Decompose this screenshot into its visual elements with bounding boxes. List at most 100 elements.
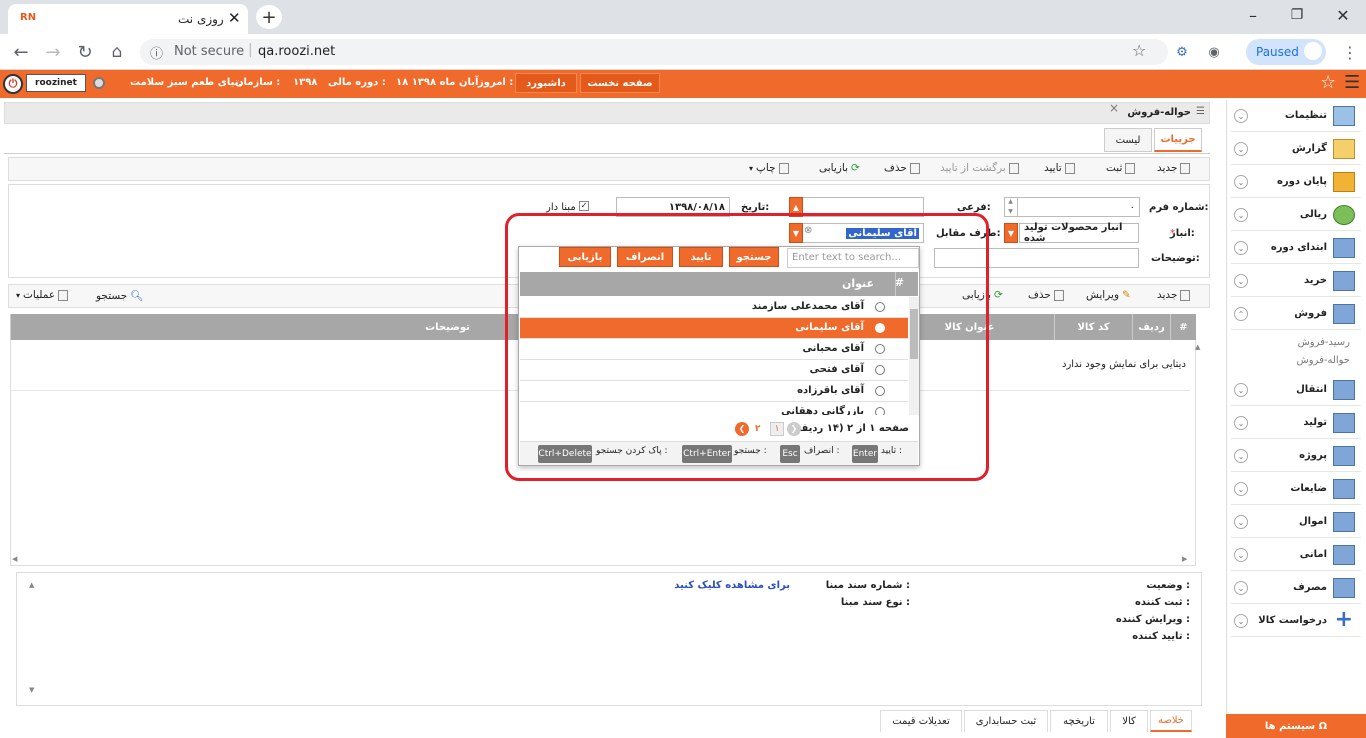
info-icon[interactable]: ⓘ — [150, 43, 163, 62]
sidebar-item-period-end[interactable]: ⌄ پایان دوره — [1231, 168, 1361, 198]
new-tab-button[interactable]: + — [256, 5, 282, 29]
chevron-down-icon[interactable]: ⌄ — [1234, 614, 1248, 628]
sub-field[interactable] — [802, 197, 924, 217]
item-delete-button[interactable]: حذف — [1028, 289, 1064, 301]
profile-paused-chip[interactable]: Paused — [1246, 39, 1326, 65]
tab-close-icon[interactable]: ✕ — [228, 9, 241, 27]
unapprove-button[interactable]: برگشت از تایید — [940, 162, 1019, 174]
tab-price-adjustments[interactable]: تعدیلات قیمت — [880, 710, 962, 732]
chevron-down-icon[interactable]: ⌄ — [1234, 142, 1248, 156]
radio-icon[interactable] — [875, 323, 885, 333]
list-item[interactable]: آقای محبانی — [520, 339, 908, 360]
next-page-icon[interactable]: ❮ — [735, 422, 749, 436]
sidebar-item-goods-request[interactable]: ⌄ درخواست کالا + — [1231, 607, 1361, 637]
date-field[interactable]: ۱۳۹۸/۰۸/۱۸ — [616, 197, 730, 217]
sidebar-item-transfer[interactable]: ⌄ انتقال — [1231, 376, 1361, 406]
reload-icon[interactable]: ↻ — [74, 41, 96, 63]
popup-search-button[interactable]: جستجو — [729, 247, 779, 267]
page-1-link[interactable]: ۱ — [770, 422, 784, 436]
scroll-right-icon[interactable]: ▶ — [1182, 555, 1187, 563]
home-icon[interactable]: ⌂ — [106, 41, 128, 63]
sidebar-item-purchase[interactable]: ⌄ خرید — [1231, 267, 1361, 297]
footer-scroll-up-icon[interactable]: ▲ — [29, 581, 34, 589]
hamburger-menu-icon[interactable]: ☰ — [1344, 72, 1360, 93]
chevron-down-icon[interactable]: ⌄ — [1234, 109, 1248, 123]
sidebar-item-production[interactable]: ⌄ تولید — [1231, 409, 1361, 439]
extension-icon[interactable]: ⚙ — [1172, 42, 1192, 62]
chevron-down-icon[interactable]: ⌄ — [1234, 383, 1248, 397]
list-item[interactable]: آقای محمدعلی سازمند — [520, 297, 908, 318]
list-item[interactable]: آقای فتحی — [520, 360, 908, 381]
home-page-button[interactable]: صفحه نخست — [580, 73, 660, 93]
omnibox[interactable]: ⓘ Not secure | qa.roozi.net ☆ — [140, 39, 1168, 65]
sidebar-item-period-start[interactable]: ⌄ ابتدای دوره — [1231, 234, 1361, 264]
party-field[interactable]: آقای سلیمانی — [802, 223, 924, 243]
radio-icon[interactable] — [875, 302, 885, 312]
sidebar-item-consignment[interactable]: ⌄ امانی — [1231, 541, 1361, 571]
minimize-icon[interactable]: – — [1243, 5, 1263, 25]
tab-accounting[interactable]: ثبت حسابداری — [964, 710, 1048, 732]
chevron-down-icon[interactable]: ⌄ — [1234, 482, 1248, 496]
item-reload-button[interactable]: بازیابی ⟳ — [962, 289, 1003, 301]
sidebar-subitem-remittance[interactable]: حواله-فروش — [1297, 355, 1350, 366]
popup-search-input[interactable]: Enter text to search... — [787, 248, 919, 268]
form-no-stepper[interactable]: ▲ ▼ — [1004, 197, 1018, 217]
list-item-selected[interactable]: آقای سلیمانی — [520, 318, 908, 339]
item-edit-button[interactable]: ویرایش ✎ — [1086, 289, 1131, 301]
chevron-down-icon[interactable]: ⌄ — [1234, 416, 1248, 430]
sidebar-item-project[interactable]: ⌄ پروژه — [1231, 442, 1361, 472]
sidebar-item-assets[interactable]: ⌄ اموال — [1231, 508, 1361, 538]
tab-details[interactable]: جزییات — [1154, 128, 1202, 152]
chevron-down-icon[interactable]: ⌄ — [1234, 175, 1248, 189]
scroll-up-icon[interactable]: ▲ — [1195, 343, 1200, 351]
popup-scrollbar[interactable] — [909, 297, 919, 415]
scroll-left-icon[interactable]: ◀ — [12, 555, 17, 563]
sidebar-item-consumption[interactable]: ⌄ مصرف — [1231, 574, 1361, 604]
print-button[interactable]: ▾ چاپ — [749, 162, 789, 174]
systems-button[interactable]: سیستم ها Ω — [1226, 714, 1366, 738]
chevron-down-icon[interactable]: ⌄ — [1234, 274, 1248, 288]
forward-icon[interactable]: → — [42, 41, 64, 63]
base-checkbox[interactable]: ✓ — [579, 201, 589, 211]
window-close-icon[interactable]: ✕ — [1333, 5, 1353, 25]
chevron-down-icon[interactable]: ⌄ — [1234, 548, 1248, 562]
dashboard-button[interactable]: داشبورد — [515, 73, 577, 93]
sub-dropdown-button[interactable]: ▲ — [789, 197, 803, 217]
view-link[interactable]: برای مشاهده کلیک کنید — [674, 580, 790, 591]
tab-items[interactable]: کالا — [1110, 710, 1148, 732]
tab-summary[interactable]: خلاصه — [1150, 710, 1192, 732]
username-box[interactable]: roozinet — [26, 74, 86, 92]
item-search-button[interactable]: جستجو 🔍︎ — [96, 289, 144, 303]
reload-button[interactable]: بازیابی ⟳ — [819, 162, 860, 174]
delete-button[interactable]: حذف — [884, 162, 920, 174]
prev-page-icon[interactable]: ❯ — [787, 422, 801, 436]
radio-icon[interactable] — [875, 386, 885, 396]
popup-cancel-button[interactable]: انصراف — [617, 247, 673, 267]
chevron-down-icon[interactable]: ⌄ — [1234, 449, 1248, 463]
approve-button[interactable]: تایید — [1044, 162, 1075, 174]
clear-icon[interactable]: ⊗ — [804, 225, 812, 236]
scroll-thumb[interactable] — [910, 309, 918, 359]
list-item[interactable]: بازرگانی دهقانی — [520, 402, 908, 415]
sidebar-item-settings[interactable]: ⌄ تنظیمات — [1231, 102, 1361, 132]
chevron-down-icon[interactable]: ⌄ — [1234, 208, 1248, 222]
party-dropdown-button[interactable]: ▼ — [789, 223, 803, 243]
bookmark-star-icon[interactable]: ☆ — [1132, 41, 1146, 60]
radio-icon[interactable] — [875, 344, 885, 354]
power-icon[interactable]: ⏻ — [3, 74, 23, 94]
close-page-icon[interactable]: × — [1109, 101, 1119, 115]
save-button[interactable]: ثبت — [1106, 162, 1136, 174]
extension2-icon[interactable]: ◉ — [1204, 42, 1224, 62]
tab-history[interactable]: تاریخچه — [1050, 710, 1108, 732]
browser-tab[interactable]: RN روزی نت ✕ — [8, 4, 248, 34]
popup-reload-button[interactable]: بازیابی — [559, 247, 611, 267]
form-no-field[interactable]: ۰ — [1004, 197, 1140, 217]
restore-icon[interactable]: ❐ — [1287, 5, 1307, 25]
footer-scroll-down-icon[interactable]: ▼ — [29, 686, 34, 694]
list-item[interactable]: آقای باقرزاده — [520, 381, 908, 402]
operations-button[interactable]: ▾ عملیات — [16, 289, 69, 301]
sidebar-item-report[interactable]: ⌄ گزارش — [1231, 135, 1361, 165]
settings-dot-icon[interactable] — [93, 77, 105, 89]
chevron-down-icon[interactable]: ⌄ — [1234, 581, 1248, 595]
menu-kebab-icon[interactable]: ⋮ — [1340, 42, 1360, 62]
